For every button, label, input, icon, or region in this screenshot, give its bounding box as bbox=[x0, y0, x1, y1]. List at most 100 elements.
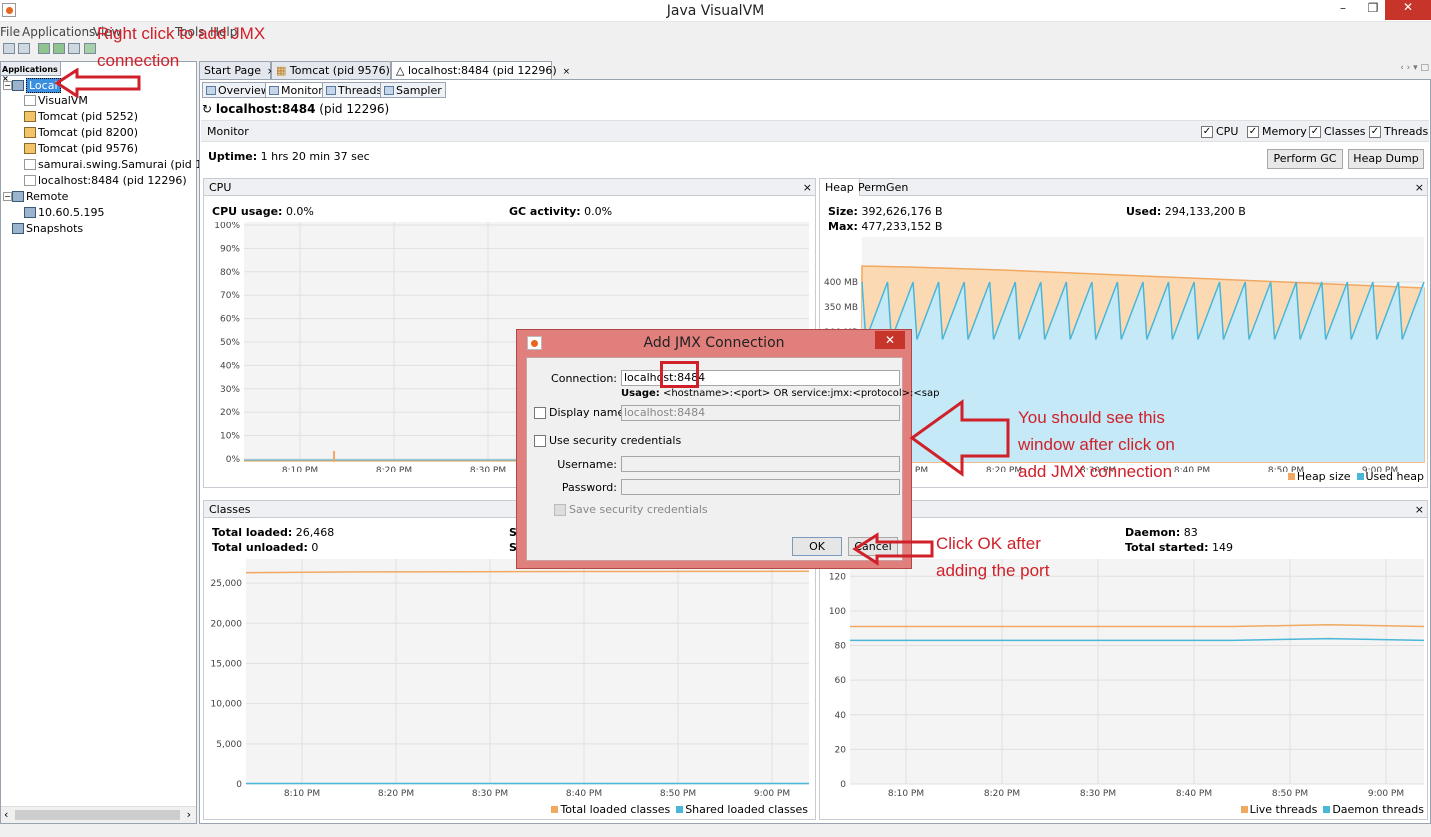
threads-icon bbox=[326, 86, 336, 95]
tab-monitor[interactable]: Monitor bbox=[265, 82, 327, 98]
tab-start-page[interactable]: Start Page× bbox=[199, 61, 275, 79]
cpu-x-tick: 8:30 PM bbox=[470, 466, 506, 472]
close-window-button[interactable]: ✕ bbox=[1385, 0, 1431, 20]
threads-y-tick: 20 bbox=[835, 745, 847, 755]
dialog-title: Add JMX Connection bbox=[643, 335, 785, 351]
minimize-icon[interactable]: – bbox=[1330, 1, 1356, 19]
tab-overview[interactable]: Overview bbox=[202, 82, 274, 98]
threads-legend: Live threads Daemon threads bbox=[1235, 803, 1424, 816]
display-name-checkbox[interactable]: Display name: bbox=[534, 406, 628, 419]
username-input[interactable] bbox=[621, 456, 900, 472]
tab-tomcat-9576[interactable]: ▦ Tomcat (pid 9576)× bbox=[271, 61, 403, 79]
snapshots-icon bbox=[12, 223, 24, 234]
live-threads-swatch bbox=[1240, 806, 1248, 813]
total-unloaded-stat: Total unloaded: 0 bbox=[212, 541, 319, 554]
close-icon[interactable]: × bbox=[1415, 181, 1424, 194]
tree-node-local[interactable]: Local bbox=[12, 78, 61, 93]
checkbox-classes[interactable]: ✓ Classes bbox=[1309, 125, 1365, 138]
classes-legend: Total loaded classes Shared loaded class… bbox=[545, 803, 808, 816]
monitor-bar: Monitor ✓ CPU ✓ Memory ✓ Classes ✓ Threads bbox=[201, 120, 1429, 142]
horizontal-scrollbar[interactable]: ‹ › bbox=[1, 806, 196, 823]
java-app-icon bbox=[24, 175, 36, 186]
load-icon[interactable] bbox=[18, 43, 30, 54]
menu-applications[interactable]: Applications bbox=[22, 25, 95, 39]
open-snapshot-icon[interactable] bbox=[3, 43, 15, 54]
java-app-icon: △ bbox=[396, 64, 405, 77]
classes-y-tick: 10,000 bbox=[211, 700, 243, 710]
document-tabs: Start Page× ▦ Tomcat (pid 9576)× △ local… bbox=[199, 61, 1431, 79]
annotation-see-window: You should see this window after click o… bbox=[1018, 408, 1175, 481]
close-icon[interactable]: × bbox=[803, 181, 812, 194]
used-heap-swatch bbox=[1356, 473, 1364, 480]
cpu-y-tick: 30% bbox=[220, 385, 240, 395]
close-icon[interactable]: × bbox=[563, 67, 571, 77]
classes-chart: 25,000 20,000 15,000 10,000 5,000 0 8:10 PM 8:… bbox=[211, 559, 810, 799]
add-core-dump-icon[interactable] bbox=[68, 43, 80, 54]
heap-legend: Heap size Used heap bbox=[1282, 470, 1424, 483]
heap-dump-button[interactable]: Heap Dump bbox=[1348, 149, 1424, 169]
tab-threads[interactable]: Threads bbox=[322, 82, 387, 98]
password-label: Password: bbox=[561, 481, 617, 494]
scroll-thumb[interactable] bbox=[15, 810, 180, 820]
use-security-checkbox[interactable]: Use security credentials bbox=[534, 434, 681, 447]
dialog-body: Connection: localhost:8484 Usage: <hostn… bbox=[526, 357, 939, 561]
dialog-close-button[interactable]: ✕ bbox=[875, 331, 905, 349]
tree-item-remote-host[interactable]: 10.60.5.195 bbox=[24, 205, 104, 220]
checkbox-memory[interactable]: ✓ Memory bbox=[1247, 125, 1307, 138]
threads-x-tick: 8:30 PM bbox=[1080, 789, 1116, 799]
visualvm-icon bbox=[24, 95, 36, 106]
tab-heap[interactable]: Heap bbox=[820, 179, 860, 196]
status-bar bbox=[0, 824, 1431, 837]
cpu-panel-title: CPU × bbox=[204, 179, 815, 196]
host-icon bbox=[24, 207, 36, 218]
heap-size-stat: Size: 392,626,176 B bbox=[828, 205, 943, 218]
tree-node-remote[interactable]: Remote bbox=[12, 189, 68, 204]
cpu-y-tick: 20% bbox=[220, 408, 240, 418]
annotation-click-ok: Click OK after adding the port bbox=[936, 534, 1050, 580]
computer-icon bbox=[12, 80, 24, 91]
checkbox-cpu[interactable]: ✓ CPU bbox=[1201, 125, 1238, 138]
cpu-y-tick: 0% bbox=[226, 455, 241, 465]
add-host-icon[interactable] bbox=[38, 43, 50, 54]
threads-y-tick: 40 bbox=[835, 711, 847, 721]
checkbox-threads[interactable]: ✓ Threads bbox=[1369, 125, 1428, 138]
scroll-left-icon[interactable]: ‹ bbox=[4, 808, 8, 821]
tree-item-tomcat-8200[interactable]: Tomcat (pid 8200) bbox=[24, 125, 138, 140]
classes-y-tick: 15,000 bbox=[211, 659, 243, 669]
tomcat-icon bbox=[24, 143, 36, 154]
collapse-local-icon[interactable]: − bbox=[3, 81, 12, 90]
save-security-checkbox[interactable]: Save security credentials bbox=[554, 503, 708, 516]
java-app-icon bbox=[24, 159, 36, 170]
password-input[interactable] bbox=[621, 479, 900, 495]
cpu-y-tick: 70% bbox=[220, 291, 240, 301]
tree-item-tomcat-5252[interactable]: Tomcat (pid 5252) bbox=[24, 109, 138, 124]
tab-sampler[interactable]: Sampler bbox=[380, 82, 446, 98]
applications-tab[interactable]: Applications × bbox=[1, 62, 61, 83]
tree-item-samurai[interactable]: samurai.swing.Samurai (pid 1448 bbox=[24, 157, 223, 172]
tab-permgen[interactable]: PermGen bbox=[858, 181, 908, 194]
annotation-arrow-left-icon bbox=[55, 68, 141, 98]
perform-gc-button[interactable]: Perform GC bbox=[1267, 149, 1343, 169]
threads-y-tick: 100 bbox=[829, 607, 846, 617]
collapse-remote-icon[interactable]: − bbox=[3, 192, 12, 201]
menu-file[interactable]: File bbox=[0, 25, 20, 39]
classes-x-tick: 8:20 PM bbox=[378, 789, 414, 799]
annotation-arrow-ok-icon bbox=[852, 532, 934, 566]
restore-icon[interactable]: ❐ bbox=[1360, 1, 1386, 19]
tab-nav-icon[interactable]: ‹ › ▾ □ bbox=[1400, 63, 1429, 73]
add-snapshot-icon[interactable] bbox=[84, 43, 96, 54]
scroll-right-icon[interactable]: › bbox=[187, 808, 191, 821]
display-name-input[interactable]: localhost:8484 bbox=[621, 405, 900, 421]
ok-button[interactable]: OK bbox=[792, 537, 842, 556]
threads-x-tick: 9:00 PM bbox=[1368, 789, 1404, 799]
classes-x-tick: 8:40 PM bbox=[566, 789, 602, 799]
tree-node-snapshots[interactable]: Snapshots bbox=[12, 221, 83, 236]
close-icon[interactable]: × bbox=[1415, 503, 1424, 516]
tree-item-localhost-8484[interactable]: localhost:8484 (pid 12296) bbox=[24, 173, 187, 188]
heap-max-stat: Max: 477,233,152 B bbox=[828, 220, 943, 233]
monitor-icon bbox=[269, 86, 279, 95]
add-jmx-icon[interactable] bbox=[53, 43, 65, 54]
tab-localhost-8484[interactable]: △ localhost:8484 (pid 12296) × bbox=[391, 61, 570, 79]
tree-item-tomcat-9576[interactable]: Tomcat (pid 9576) bbox=[24, 141, 138, 156]
heap-x-tick: 8:40 PM bbox=[1174, 466, 1210, 472]
